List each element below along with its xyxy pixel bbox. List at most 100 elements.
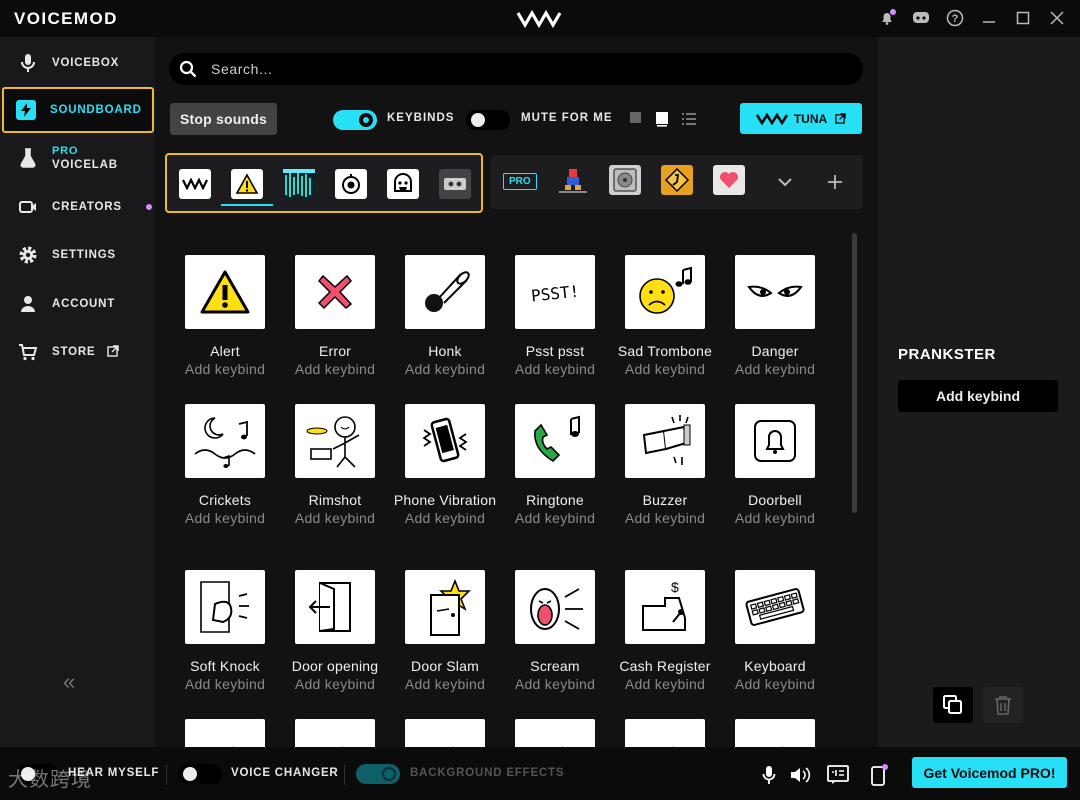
- sound-tile-partial[interactable]: [280, 719, 390, 747]
- stop-sounds-button[interactable]: Stop sounds: [170, 103, 277, 135]
- minimize-icon[interactable]: [978, 7, 1000, 29]
- speaker-icon[interactable]: [790, 764, 812, 786]
- sound-tile-doorbell[interactable]: Doorbell Add keybind: [720, 404, 830, 528]
- sound-thumbnail[interactable]: [405, 719, 485, 747]
- search-input[interactable]: [211, 61, 811, 77]
- microphone-icon[interactable]: [758, 764, 780, 786]
- sound-tile-danger[interactable]: Danger Add keybind: [720, 255, 830, 379]
- add-keybind-link[interactable]: Add keybind: [170, 675, 280, 694]
- view-list-icon[interactable]: [681, 111, 697, 127]
- scrollbar[interactable]: [852, 233, 857, 513]
- sound-tile-door-slam[interactable]: Door Slam Add keybind: [390, 570, 500, 694]
- keyboard-icon[interactable]: [735, 570, 815, 644]
- view-large-tiles-icon[interactable]: [655, 111, 671, 127]
- close-icon[interactable]: [1046, 7, 1068, 29]
- category-alert-icon[interactable]: [231, 169, 263, 199]
- mute-for-me-toggle[interactable]: [466, 110, 510, 130]
- voice-chat-icon[interactable]: [827, 764, 849, 786]
- category-music-wave-icon[interactable]: [283, 169, 315, 199]
- sound-thumbnail[interactable]: [625, 719, 705, 747]
- get-pro-button[interactable]: Get Voicemod PRO!: [912, 757, 1067, 788]
- sound-tile-psst-psst[interactable]: PSST! Psst psst Add keybind: [500, 255, 610, 379]
- add-keybind-link[interactable]: Add keybind: [280, 509, 390, 528]
- add-keybind-link[interactable]: Add keybind: [720, 675, 830, 694]
- add-keybind-link[interactable]: Add keybind: [610, 509, 720, 528]
- discord-icon[interactable]: [910, 7, 932, 29]
- duplicate-button[interactable]: [933, 687, 973, 723]
- sound-tile-rimshot[interactable]: Rimshot Add keybind: [280, 404, 390, 528]
- horn-icon[interactable]: [405, 255, 485, 329]
- help-icon[interactable]: ?: [944, 7, 966, 29]
- sidebar-item-voicebox[interactable]: VOICEBOX: [6, 42, 152, 84]
- buzzer-icon[interactable]: [625, 404, 705, 478]
- x-icon[interactable]: [295, 255, 375, 329]
- category-runner-icon[interactable]: [557, 165, 589, 195]
- sidebar-item-settings[interactable]: SETTINGS: [6, 234, 152, 276]
- scream-icon[interactable]: [515, 570, 595, 644]
- doorbell-icon[interactable]: [735, 404, 815, 478]
- add-keybind-link[interactable]: Add keybind: [720, 509, 830, 528]
- sound-tile-crickets[interactable]: Crickets Add keybind: [170, 404, 280, 528]
- view-small-tiles-icon[interactable]: [629, 111, 643, 125]
- sound-tile-partial[interactable]: [170, 719, 280, 747]
- background-effects-toggle[interactable]: [356, 764, 400, 784]
- add-keybind-link[interactable]: Add keybind: [390, 675, 500, 694]
- phone-icon[interactable]: [405, 404, 485, 478]
- category-caution-sign-icon[interactable]: [661, 165, 693, 195]
- add-keybind-link[interactable]: Add keybind: [170, 509, 280, 528]
- sound-tile-alert[interactable]: Alert Add keybind: [170, 255, 280, 379]
- add-keybind-link[interactable]: Add keybind: [500, 360, 610, 379]
- tuna-button[interactable]: TUNA: [740, 103, 862, 134]
- keybinds-toggle[interactable]: [333, 110, 377, 130]
- sound-tile-cash-register[interactable]: $ Cash Register Add keybind: [610, 570, 720, 694]
- sound-tile-door-opening[interactable]: Door opening Add keybind: [280, 570, 390, 694]
- add-keybind-link[interactable]: Add keybind: [610, 360, 720, 379]
- add-keybind-link[interactable]: Add keybind: [390, 360, 500, 379]
- category-voicemod-icon[interactable]: [179, 169, 211, 199]
- sad-face-icon[interactable]: [625, 255, 705, 329]
- ringtone-icon[interactable]: [515, 404, 595, 478]
- category-hard-drive-icon[interactable]: [609, 165, 641, 195]
- delete-button[interactable]: [983, 687, 1023, 723]
- sound-tile-scream[interactable]: Scream Add keybind: [500, 570, 610, 694]
- sound-tile-error[interactable]: Error Add keybind: [280, 255, 390, 379]
- add-keybind-link[interactable]: Add keybind: [390, 509, 500, 528]
- knock-icon[interactable]: [185, 570, 265, 644]
- add-keybind-link[interactable]: Add keybind: [280, 675, 390, 694]
- add-keybind-link[interactable]: Add keybind: [280, 360, 390, 379]
- eyes-icon[interactable]: [735, 255, 815, 329]
- mobile-device-icon[interactable]: [868, 764, 890, 786]
- sound-thumbnail[interactable]: [515, 719, 595, 747]
- warning-icon[interactable]: [185, 255, 265, 329]
- collapse-sidebar-button[interactable]: «: [63, 669, 75, 695]
- sound-tile-keyboard[interactable]: Keyboard Add keybind: [720, 570, 830, 694]
- category-cassette-icon[interactable]: [439, 169, 471, 199]
- sound-tile-phone-vibration[interactable]: Phone Vibration Add keybind: [390, 404, 500, 528]
- sound-thumbnail[interactable]: [295, 719, 375, 747]
- sound-tile-partial[interactable]: [500, 719, 610, 747]
- sound-tile-honk[interactable]: Honk Add keybind: [390, 255, 500, 379]
- sound-tile-ringtone[interactable]: Ringtone Add keybind: [500, 404, 610, 528]
- psst-icon[interactable]: PSST!: [515, 255, 595, 329]
- maximize-icon[interactable]: [1012, 7, 1034, 29]
- sidebar-item-soundboard[interactable]: SOUNDBOARD: [2, 87, 154, 133]
- add-keybind-link[interactable]: Add keybind: [720, 360, 830, 379]
- sidebar-item-voicelab[interactable]: PRO VOICELAB: [6, 137, 152, 179]
- category-monster-icon[interactable]: [387, 169, 419, 199]
- add-keybind-link[interactable]: Add keybind: [500, 675, 610, 694]
- category-robot-icon[interactable]: [335, 169, 367, 199]
- sound-tile-partial[interactable]: [720, 719, 830, 747]
- add-keybind-link[interactable]: Add keybind: [500, 509, 610, 528]
- add-keybind-link[interactable]: Add keybind: [170, 360, 280, 379]
- drummer-icon[interactable]: [295, 404, 375, 478]
- sound-tile-soft-knock[interactable]: Soft Knock Add keybind: [170, 570, 280, 694]
- door-icon[interactable]: [295, 570, 375, 644]
- sound-thumbnail[interactable]: [735, 719, 815, 747]
- add-category-plus-icon[interactable]: [819, 167, 851, 197]
- sound-tile-buzzer[interactable]: Buzzer Add keybind: [610, 404, 720, 528]
- sound-tile-sad-trombone[interactable]: Sad Trombone Add keybind: [610, 255, 720, 379]
- add-keybind-button[interactable]: Add keybind: [898, 380, 1058, 412]
- cash-register-icon[interactable]: $: [625, 570, 705, 644]
- sound-tile-partial[interactable]: [390, 719, 500, 747]
- sound-tile-partial[interactable]: [610, 719, 720, 747]
